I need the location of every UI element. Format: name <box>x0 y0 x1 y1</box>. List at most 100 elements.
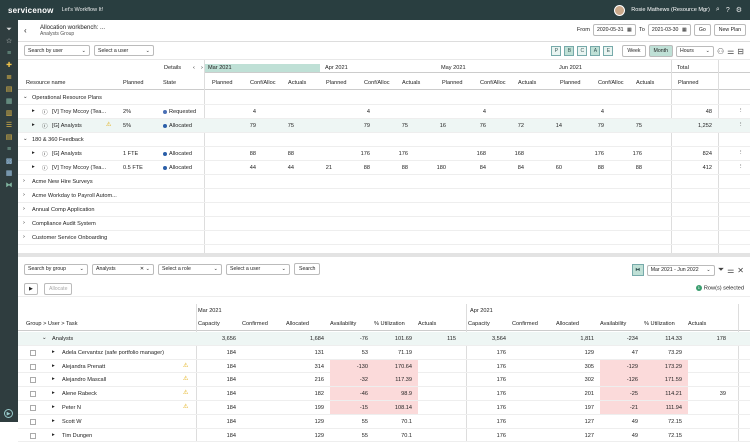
expand-icon[interactable]: ▸ <box>52 376 55 382</box>
cell-value[interactable]: 184 <box>198 433 236 439</box>
select-user-input[interactable]: Select a user ⌄ <box>226 263 290 275</box>
play-icon[interactable]: ▶ <box>24 282 38 295</box>
cell-value[interactable]: 84 <box>458 165 486 171</box>
from-date-field[interactable]: 2020-05-31 ▦ <box>592 24 636 36</box>
table-row[interactable]: › Annual Comp Application <box>18 203 750 217</box>
cell-value[interactable]: 176 <box>468 377 506 383</box>
close-icon[interactable]: ✕ <box>737 266 744 275</box>
cell-value[interactable]: 88 <box>266 151 294 157</box>
cell-value[interactable]: 111.94 <box>644 405 682 411</box>
cell-value[interactable]: 168 <box>458 151 486 157</box>
cell-value[interactable]: 98.9 <box>374 391 412 397</box>
cell-value[interactable]: -32 <box>330 377 368 383</box>
group-user-task-header[interactable]: Group > User > Task <box>26 321 78 327</box>
cell-value[interactable]: 79 <box>342 123 370 129</box>
select-role-input[interactable]: Select a role ⌄ <box>158 263 222 275</box>
cell-value[interactable]: 79 <box>228 123 256 129</box>
column-header[interactable]: % Utilization <box>644 321 675 327</box>
cell-value[interactable]: 21 <box>304 165 332 171</box>
new-plan-button[interactable]: New Plan <box>713 24 746 36</box>
more-options-icon[interactable]: ⋮ <box>738 108 744 114</box>
cell-value[interactable]: -130 <box>330 364 368 370</box>
cell-value[interactable]: 14 <box>534 123 562 129</box>
collapse-icon[interactable]: ⊟ <box>737 47 744 56</box>
cell-value[interactable]: -126 <box>600 377 638 383</box>
cell-value[interactable]: 305 <box>556 364 594 370</box>
expand-icon[interactable]: ▸ <box>52 349 55 355</box>
user-name[interactable]: Adela Cervantsz (safe portfolio manager) <box>62 350 164 356</box>
cell-value[interactable]: 127 <box>556 433 594 439</box>
table-row[interactable]: ▸ Alejandra Prenatt ⚠ 184 314 -130 170.64 176 30… <box>18 359 750 374</box>
column-header[interactable]: Actuals <box>688 321 706 327</box>
row-label[interactable]: [G] Analysts <box>52 151 82 157</box>
cell-value[interactable]: 88 <box>342 165 370 171</box>
back-arrow-icon[interactable]: ‹ <box>24 26 34 36</box>
cell-value[interactable]: 44 <box>228 165 256 171</box>
add-icon[interactable]: ✚ <box>5 62 13 70</box>
table-row[interactable]: › Acme New Hire Surveys <box>18 175 750 189</box>
cell-value[interactable]: 129 <box>286 433 324 439</box>
select-user-input[interactable]: Select a user ⌄ <box>94 45 154 56</box>
expand-icon[interactable]: ▸ <box>32 150 35 156</box>
filter-pill-p[interactable]: P <box>551 46 562 56</box>
chevron-down-icon[interactable]: ⌄ <box>42 335 47 341</box>
cell-value[interactable]: 176 <box>468 405 506 411</box>
chevron-down-icon[interactable]: › <box>23 220 25 226</box>
cell-value[interactable]: 168 <box>496 151 524 157</box>
cell-value[interactable]: 114.21 <box>644 391 682 397</box>
cell-value[interactable]: 201 <box>556 391 594 397</box>
table-row[interactable]: ▸ Alene Rabeck ⚠ 184 182 -46 98.9 176 201 -25 114.… <box>18 387 750 401</box>
chevron-left-icon[interactable]: ‹ <box>193 65 195 71</box>
table-row[interactable]: ▸ Tim Dungen 184 129 55 70.1 176 127 49 72.15 <box>18 429 750 442</box>
go-button[interactable]: Go <box>693 24 711 36</box>
to-date-field[interactable]: 2021-03-30 ▦ <box>647 24 691 36</box>
cell-value[interactable]: 4 <box>458 109 486 115</box>
user-avatar[interactable] <box>614 4 626 16</box>
expand-icon[interactable]: ▸ <box>52 404 55 410</box>
table-row[interactable]: ⌄ 180 & 360 Feedback <box>18 133 750 147</box>
filter-pill-a[interactable]: A <box>590 46 601 56</box>
row-checkbox[interactable] <box>30 391 36 398</box>
expand-icon[interactable]: ▸ <box>52 418 55 424</box>
cell-value[interactable]: 75 <box>614 123 642 129</box>
cell-value[interactable]: 47 <box>600 350 638 356</box>
cell-value[interactable]: 4 <box>228 109 256 115</box>
allocate-button[interactable]: Allocate <box>44 282 73 295</box>
cell-value[interactable]: 197 <box>556 405 594 411</box>
cell-value[interactable]: 88 <box>576 165 604 171</box>
cell-value[interactable]: 55 <box>330 433 368 439</box>
chevron-down-icon[interactable]: › <box>23 206 25 212</box>
expand-icon[interactable]: ▸ <box>32 108 35 114</box>
row-label[interactable]: [V] Troy Mccoy (Tea... <box>52 165 106 171</box>
row-label[interactable]: [G] Analysts <box>52 123 82 129</box>
row-label[interactable]: [V] Troy Mccoy (Tea... <box>52 109 106 115</box>
cell-value[interactable]: 131 <box>286 350 324 356</box>
chevron-down-icon[interactable]: › <box>23 178 25 184</box>
column-header[interactable]: Availability <box>330 321 356 327</box>
cell-value[interactable]: 1,811 <box>556 336 594 342</box>
table-row[interactable]: ▸ Adela Cervantsz (safe portfolio manager… <box>18 346 750 360</box>
cell-value[interactable]: 176 <box>468 364 506 370</box>
cell-value[interactable]: 184 <box>198 350 236 356</box>
column-header[interactable]: Actuals <box>418 321 436 327</box>
settings-sliders-icon[interactable]: ⚌ <box>727 47 734 56</box>
filter-icon[interactable]: ⏷ <box>718 265 724 275</box>
details-header[interactable]: Details <box>164 65 181 71</box>
chevron-down-icon[interactable]: › <box>23 192 25 198</box>
user-menu[interactable]: Rosie Mathews (Resource Mgr) <box>631 7 710 13</box>
cell-value[interactable]: 314 <box>286 364 324 370</box>
table-row[interactable]: › Customer Service Onboarding <box>18 231 750 245</box>
filter-pill-c[interactable]: C <box>577 46 588 56</box>
state-header[interactable]: State <box>163 80 176 86</box>
column-header[interactable]: Capacity <box>468 321 490 327</box>
servicenow-logo[interactable]: servicenow <box>8 6 54 15</box>
search-by-group-select[interactable]: Search by group ⌄ <box>24 263 88 275</box>
column-header[interactable]: Availability <box>600 321 626 327</box>
cell-value[interactable]: 176 <box>380 151 408 157</box>
expand-icon[interactable]: ▸ <box>32 164 35 170</box>
cell-value[interactable]: 184 <box>198 377 236 383</box>
cell-value[interactable]: 4 <box>342 109 370 115</box>
cell-value[interactable]: -25 <box>600 391 638 397</box>
clipboard-icon[interactable]: ▤ <box>5 86 13 94</box>
cell-value[interactable]: 79 <box>576 123 604 129</box>
